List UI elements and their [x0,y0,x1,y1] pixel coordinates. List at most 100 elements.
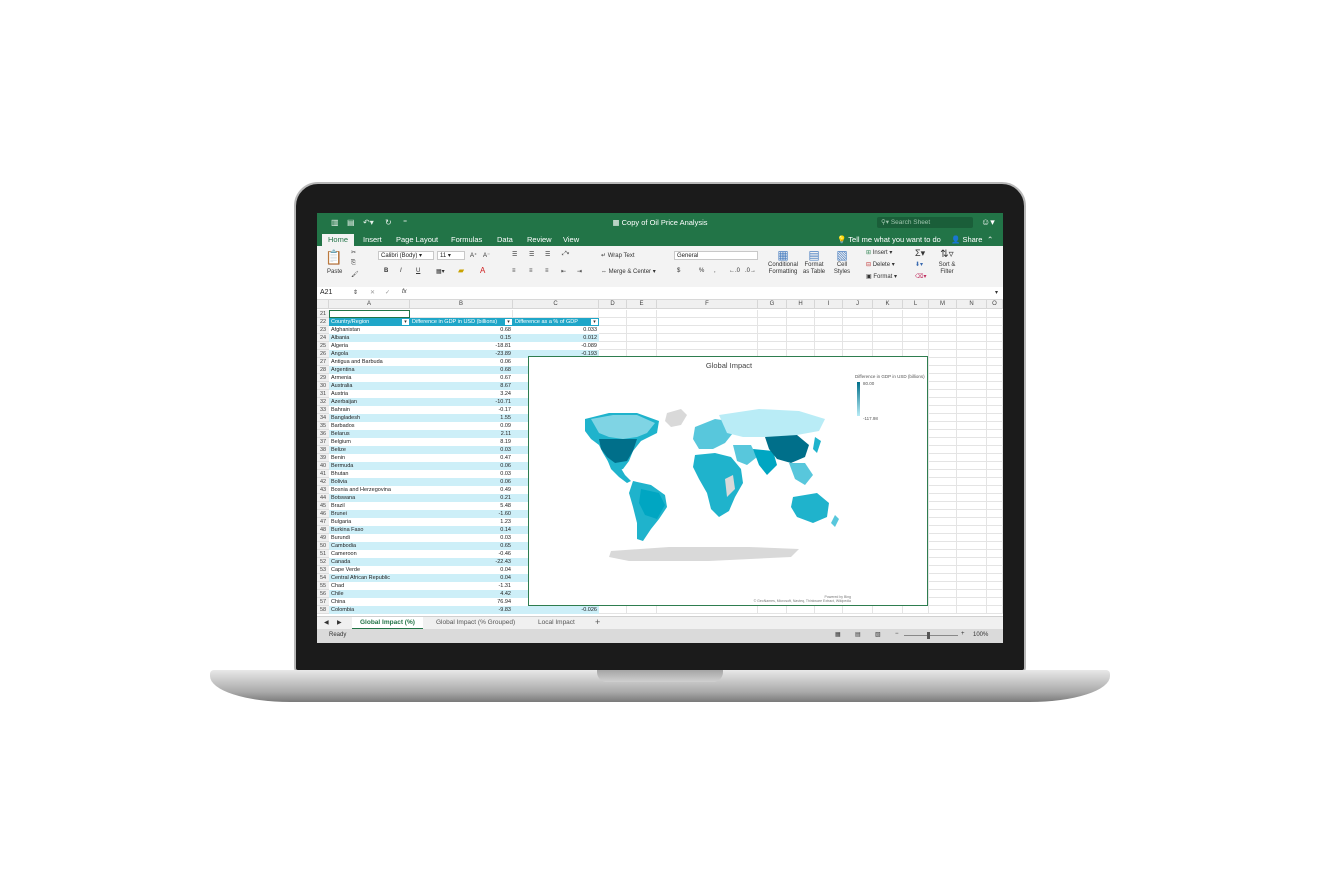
zoom-slider[interactable] [904,635,958,636]
comma-button[interactable]: , [714,268,716,274]
zoom-out-button[interactable]: − [895,631,899,637]
column-header-h[interactable]: H [787,300,815,309]
column-header-i[interactable]: I [815,300,843,309]
gdp-diff-cell[interactable]: 0.47 [410,454,513,462]
country-cell[interactable]: Bermuda [329,462,410,470]
row-header[interactable]: 38 [317,446,329,454]
gdp-diff-cell[interactable]: 0.68 [410,326,513,334]
table-header-cell[interactable]: Difference in GDP in USD (billions) [410,318,513,326]
gdp-diff-cell[interactable]: -0.17 [410,406,513,414]
row-header[interactable]: 27 [317,358,329,366]
country-cell[interactable]: Barbados [329,422,410,430]
share-button[interactable]: 👤 Share [951,235,982,244]
borders-icon[interactable]: ▦▾ [436,268,445,275]
country-cell[interactable]: Canada [329,558,410,566]
bold-button[interactable]: B [384,268,388,274]
gdp-diff-cell[interactable]: 4.42 [410,590,513,598]
tab-data[interactable]: Data [497,235,513,244]
row-header[interactable]: 55 [317,582,329,590]
tab-view[interactable]: View [563,235,579,244]
fill-color-icon[interactable]: ▰ [458,266,464,275]
font-size-select[interactable]: 11 ▾ [437,251,465,260]
column-header-b[interactable]: B [410,300,513,309]
country-cell[interactable]: Afghanistan [329,326,410,334]
table-header-cell[interactable]: Difference as a % of GDP [513,318,599,326]
row-header[interactable]: 33 [317,406,329,414]
row-header[interactable]: 23 [317,326,329,334]
format-as-table-button[interactable]: ▤ Format as Table [801,248,827,276]
gdp-diff-cell[interactable]: 76.94 [410,598,513,606]
sheet-tab-global-impact-grouped[interactable]: Global Impact (% Grouped) [428,617,523,628]
enter-formula-icon[interactable]: ✓ [385,289,390,296]
gdp-diff-cell[interactable]: -9.83 [410,606,513,614]
align-right-icon[interactable]: ≡ [545,268,549,274]
page-break-view-icon[interactable]: ▧ [875,631,881,638]
country-cell[interactable]: Bangladesh [329,414,410,422]
row-header[interactable]: 49 [317,534,329,542]
country-cell[interactable]: Bolivia [329,478,410,486]
country-cell[interactable]: Chad [329,582,410,590]
country-cell[interactable]: Cameroon [329,550,410,558]
font-name-select[interactable]: Calibri (Body) ▾ [378,251,434,260]
column-header-l[interactable]: L [903,300,929,309]
gdp-diff-cell[interactable]: 0.03 [410,470,513,478]
row-header[interactable]: 28 [317,366,329,374]
country-cell[interactable]: Belize [329,446,410,454]
country-cell[interactable]: Cambodia [329,542,410,550]
row-header[interactable]: 47 [317,518,329,526]
tab-formulas[interactable]: Formulas [451,235,482,244]
underline-button[interactable]: U [416,268,420,274]
row-header[interactable]: 48 [317,526,329,534]
gdp-diff-cell[interactable]: -1.60 [410,510,513,518]
format-painter-icon[interactable]: 🖌 [351,271,359,278]
row-header[interactable]: 56 [317,590,329,598]
row-header[interactable]: 44 [317,494,329,502]
gdp-diff-cell[interactable]: 0.21 [410,494,513,502]
tab-home[interactable]: Home [322,234,355,246]
insert-cells-button[interactable]: ⊞ Insert ▾ [866,249,892,256]
sheet-tab-local-impact[interactable]: Local Impact [530,617,583,628]
align-center-icon[interactable]: ≡ [529,268,533,274]
row-header[interactable]: 21 [317,310,329,318]
zoom-level[interactable]: 100% [973,632,988,638]
copy-icon[interactable]: ⎘ [351,260,356,267]
gdp-diff-cell[interactable]: 0.67 [410,374,513,382]
country-cell[interactable]: Austria [329,390,410,398]
country-cell[interactable]: Colombia [329,606,410,614]
gdp-diff-cell[interactable]: -18.81 [410,342,513,350]
search-sheet-input[interactable]: ⚲▾ Search Sheet [877,217,973,228]
country-cell[interactable]: Brazil [329,502,410,510]
paste-icon[interactable]: 📋 [325,249,342,266]
align-top-icon[interactable]: ☰ [512,251,517,258]
column-header-n[interactable]: N [957,300,987,309]
gdp-diff-cell[interactable]: 8.19 [410,438,513,446]
number-format-select[interactable]: General [674,251,758,260]
row-header[interactable]: 32 [317,398,329,406]
country-cell[interactable]: Chile [329,590,410,598]
expand-formula-bar-icon[interactable]: ▾ [995,289,998,296]
pct-gdp-cell[interactable]: -0.026 [513,606,599,614]
table-header-cell[interactable]: Country/Region [329,318,410,326]
increase-decimal-icon[interactable]: ←.0 [729,268,740,274]
country-cell[interactable]: Cape Verde [329,566,410,574]
row-header[interactable]: 54 [317,574,329,582]
pct-gdp-cell[interactable]: -0.089 [513,342,599,350]
gdp-diff-cell[interactable]: 0.09 [410,422,513,430]
gdp-diff-cell[interactable]: 0.49 [410,486,513,494]
country-cell[interactable]: Belgium [329,438,410,446]
column-header-d[interactable]: D [599,300,627,309]
gdp-diff-cell[interactable]: 0.68 [410,366,513,374]
next-sheet-icon[interactable]: ▶ [337,619,342,626]
collapse-ribbon-icon[interactable]: ⌃ [987,235,993,244]
country-cell[interactable]: Bulgaria [329,518,410,526]
gdp-diff-cell[interactable]: 3.24 [410,390,513,398]
zoom-in-button[interactable]: + [961,631,965,637]
currency-button[interactable]: $ [677,268,680,274]
row-header[interactable]: 30 [317,382,329,390]
selected-cell-a21[interactable] [329,310,410,318]
gdp-diff-cell[interactable]: 0.06 [410,462,513,470]
orientation-icon[interactable]: ⤢▾ [562,251,569,258]
filter-dropdown-icon[interactable]: ▾ [402,319,409,325]
country-cell[interactable]: Brunei [329,510,410,518]
row-header[interactable]: 37 [317,438,329,446]
